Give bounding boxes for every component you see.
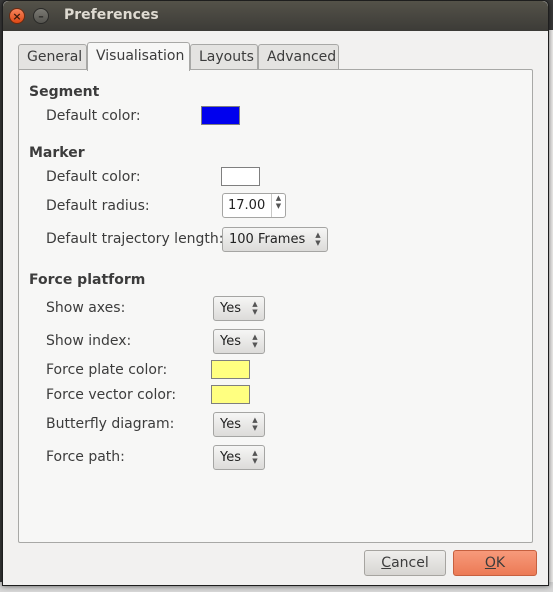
show-index-label: Show index: <box>46 333 132 349</box>
select-arrows-icon: ▲ ▼ <box>315 231 321 247</box>
marker-radius-spinbox[interactable]: 17.00 ▲ ▼ <box>222 193 286 218</box>
select-arrows-icon: ▲ ▼ <box>252 333 258 349</box>
butterfly-diagram-value: Yes <box>220 417 241 432</box>
cancel-label: ancel <box>391 555 429 571</box>
spin-arrows-icon[interactable]: ▲ ▼ <box>271 194 285 217</box>
show-index-select[interactable]: Yes ▲ ▼ <box>213 329 265 354</box>
force-vector-color-button[interactable] <box>211 385 250 404</box>
force-path-value: Yes <box>220 450 241 465</box>
select-arrows-icon: ▲ ▼ <box>252 300 258 316</box>
butterfly-diagram-label: Butterfly diagram: <box>46 416 175 432</box>
show-index-value: Yes <box>220 334 241 349</box>
select-arrows-icon: ▲ ▼ <box>252 416 258 432</box>
show-axes-label: Show axes: <box>46 300 126 316</box>
marker-color-button[interactable] <box>221 167 260 186</box>
minimize-icon[interactable]: – <box>33 8 49 24</box>
segment-color-button[interactable] <box>201 106 240 125</box>
window-title: Preferences <box>64 7 159 23</box>
segment-heading: Segment <box>29 84 100 100</box>
tab-general[interactable]: General <box>18 44 87 70</box>
segment-default-color-label: Default color: <box>46 108 141 124</box>
marker-radius-value: 17.00 <box>228 198 266 213</box>
show-axes-value: Yes <box>220 301 241 316</box>
select-arrows-icon: ▲ ▼ <box>252 449 258 465</box>
trajectory-length-value: 100 Frames <box>229 232 306 247</box>
force-path-select[interactable]: Yes ▲ ▼ <box>213 445 265 470</box>
ok-button[interactable]: OK <box>453 550 537 576</box>
ok-mnemonic: O <box>484 555 496 571</box>
trajectory-length-select[interactable]: 100 Frames ▲ ▼ <box>222 227 328 252</box>
force-platform-heading: Force platform <box>29 272 146 288</box>
title-bar[interactable]: × – Preferences <box>3 1 548 31</box>
cancel-mnemonic: C <box>381 555 392 571</box>
tab-advanced[interactable]: Advanced <box>258 44 339 70</box>
close-icon[interactable]: × <box>9 8 25 24</box>
force-vector-color-label: Force vector color: <box>46 387 177 403</box>
tab-panel-visualisation: Segment Default color: Marker Default co… <box>18 69 533 543</box>
preferences-dialog: × – Preferences General Visualisation La… <box>2 0 549 586</box>
tab-layouts[interactable]: Layouts <box>190 44 258 70</box>
force-path-label: Force path: <box>46 449 125 465</box>
force-plate-color-button[interactable] <box>211 360 250 379</box>
marker-heading: Marker <box>29 145 85 161</box>
tab-visualisation[interactable]: Visualisation <box>87 42 190 71</box>
cancel-button[interactable]: Cancel <box>364 550 446 576</box>
force-plate-color-label: Force plate color: <box>46 362 168 378</box>
show-axes-select[interactable]: Yes ▲ ▼ <box>213 296 265 321</box>
butterfly-diagram-select[interactable]: Yes ▲ ▼ <box>213 412 265 437</box>
trajectory-length-label: Default trajectory length: <box>46 231 224 247</box>
marker-default-color-label: Default color: <box>46 169 141 185</box>
marker-radius-label: Default radius: <box>46 198 150 214</box>
ok-label: K <box>495 555 506 571</box>
